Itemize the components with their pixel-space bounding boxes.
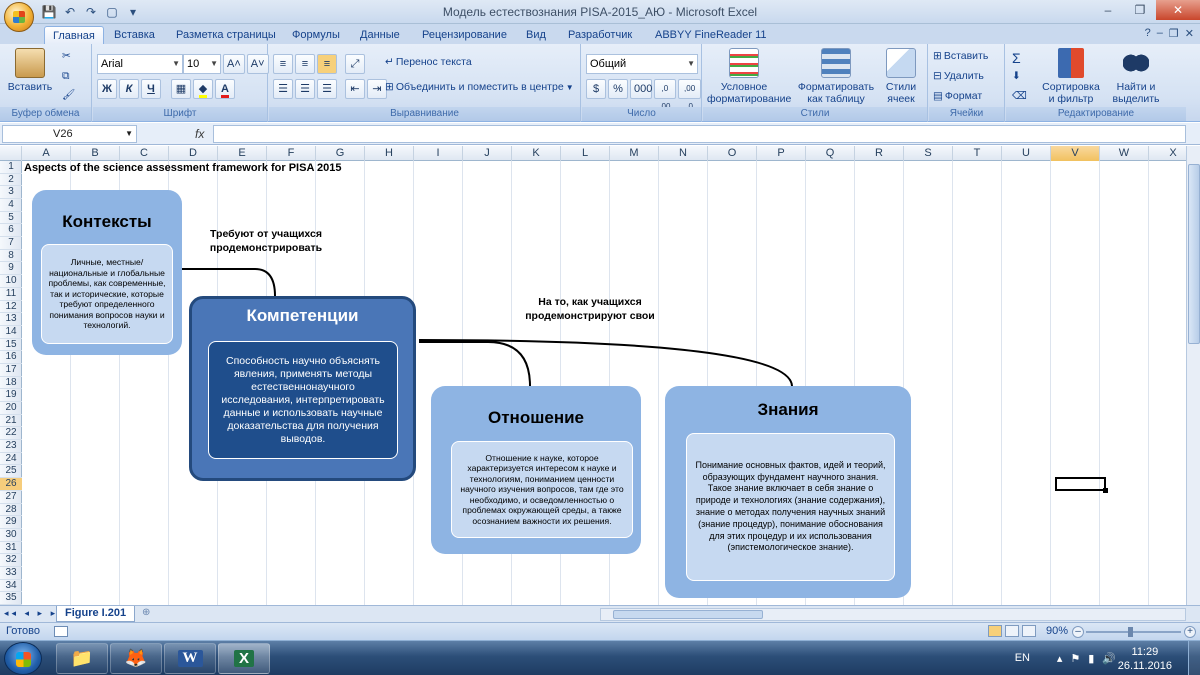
attitude-box: Отношение Отношение к науке, которое хар…	[431, 386, 641, 554]
office-button[interactable]	[4, 2, 34, 32]
start-button[interactable]	[4, 642, 42, 675]
taskbar: 📁 🦊 W X EN ▴ ⚑ ▮ 🔊 11:29 26.11.2016	[0, 640, 1200, 675]
firefox-icon: 🦊	[124, 648, 148, 668]
taskbar-excel[interactable]: X	[218, 643, 270, 674]
horizontal-scrollbar[interactable]	[600, 608, 1186, 621]
flag-icon[interactable]: ⚑	[1070, 652, 1080, 665]
sheet-tabs-bar: ◂◂ ◂ ▸ ▸▸ Figure I.201 ⊕	[0, 605, 1200, 622]
network-icon[interactable]: ▮	[1088, 652, 1094, 665]
excel-icon: X	[233, 650, 254, 667]
scroll-thumb[interactable]	[613, 610, 763, 619]
word-icon: W	[177, 650, 203, 667]
competencies-heading: Компетенции	[246, 306, 359, 325]
tray-arrow-icon[interactable]: ▴	[1057, 652, 1063, 665]
competencies-body: Способность научно объяснять явления, пр…	[208, 341, 398, 459]
taskbar-firefox[interactable]: 🦊	[110, 643, 162, 674]
sheet-tab-figure[interactable]: Figure I.201	[56, 606, 136, 622]
status-bar: Готово 90% – +	[0, 622, 1200, 640]
system-tray: ▴ ⚑ ▮ 🔊	[1057, 652, 1116, 665]
status-ready: Готово	[6, 625, 40, 637]
attitude-body: Отношение к науке, которое характеризует…	[451, 441, 633, 538]
folder-icon: 📁	[70, 648, 94, 668]
knowledge-box: Знания Понимание основных фактов, идей и…	[665, 386, 911, 598]
attitude-heading: Отношение	[488, 408, 584, 427]
contexts-heading: Контексты	[62, 212, 152, 231]
zoom-slider-knob[interactable]	[1128, 627, 1133, 637]
competencies-box: Компетенции Способность научно объяснять…	[189, 296, 416, 481]
knowledge-body: Понимание основных фактов, идей и теорий…	[686, 433, 895, 581]
zoom-slider[interactable]	[1086, 627, 1181, 637]
contexts-box: Контексты Личные, местные/национальные и…	[32, 190, 182, 355]
page-break-view-icon[interactable]	[1022, 625, 1036, 637]
clock-date: 26.11.2016	[1117, 660, 1172, 672]
taskbar-word[interactable]: W	[164, 643, 216, 674]
clock[interactable]: 11:29 26.11.2016	[1118, 645, 1172, 673]
language-indicator[interactable]: EN	[1015, 652, 1030, 664]
zoom-in-button[interactable]: +	[1184, 626, 1196, 638]
selected-cell-v26[interactable]	[1055, 477, 1108, 493]
view-buttons	[988, 625, 1036, 637]
zoom-out-button[interactable]: –	[1072, 626, 1084, 638]
contexts-body: Личные, местные/национальные и глобальны…	[41, 244, 173, 344]
page-layout-view-icon[interactable]	[1005, 625, 1019, 637]
taskbar-explorer[interactable]: 📁	[56, 643, 108, 674]
macro-record-icon[interactable]	[54, 626, 68, 637]
show-desktop-button[interactable]	[1188, 641, 1200, 675]
normal-view-icon[interactable]	[988, 625, 1002, 637]
volume-icon[interactable]: 🔊	[1102, 652, 1116, 665]
new-sheet-icon[interactable]: ⊕	[142, 607, 158, 620]
clock-time: 11:29	[1131, 646, 1159, 658]
connector-note-left: Требуют от учащихся продемонстрировать	[209, 228, 323, 254]
knowledge-heading: Знания	[757, 400, 819, 419]
zoom-level[interactable]: 90%	[1046, 625, 1068, 637]
connector-note-right: На то, как учащихся продемонстрируют сво…	[525, 296, 655, 322]
